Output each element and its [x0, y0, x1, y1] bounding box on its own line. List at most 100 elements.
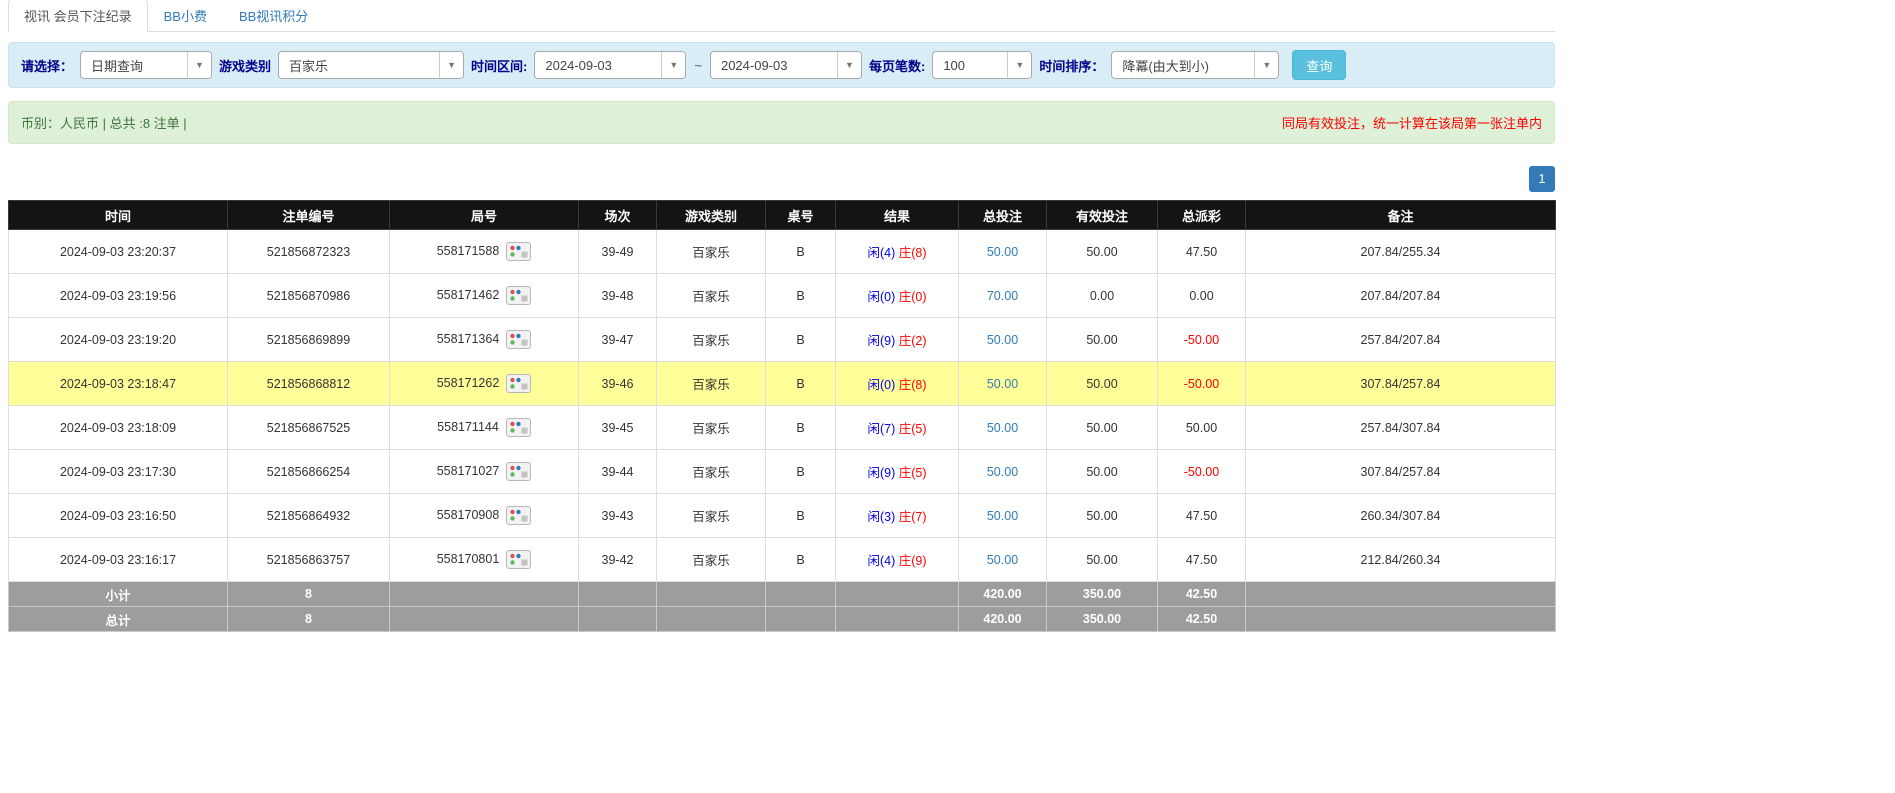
page-button-1[interactable]: 1 [1529, 166, 1555, 192]
bet-id-cell: 521856864932 [228, 494, 390, 538]
payout-cell: 47.50 [1158, 494, 1246, 538]
total-bet-cell[interactable]: 50.00 [959, 406, 1047, 450]
date-type-label: 请选择： [21, 56, 73, 75]
summary-total-bet-cell: 420.00 [959, 582, 1047, 607]
per-page-select[interactable]: 100 ▼ [932, 51, 1032, 79]
chevron-down-icon: ▼ [1254, 52, 1278, 78]
summary-payout-cell: 42.50 [1158, 582, 1246, 607]
session-cell: 39-46 [579, 362, 657, 406]
summary-count-cell: 8 [228, 607, 390, 632]
roadmap-icon[interactable] [506, 418, 531, 437]
summary-empty-cell [1246, 582, 1556, 607]
result-cell: 闲(7) 庄(5) [836, 406, 959, 450]
table-row: 2024-09-03 23:16:50521856864932558170908… [9, 494, 1556, 538]
player-result: 闲(9) [867, 334, 895, 348]
time-cell: 2024-09-03 23:18:09 [9, 406, 228, 450]
table-no-cell: B [766, 494, 836, 538]
session-cell: 39-48 [579, 274, 657, 318]
column-header: 时间 [9, 201, 228, 230]
search-button[interactable]: 查询 [1292, 50, 1346, 80]
roadmap-icon[interactable] [506, 286, 531, 305]
round-number: 558170908 [437, 508, 500, 522]
banker-result: 庄(9) [895, 554, 926, 568]
banker-result: 庄(7) [895, 510, 926, 524]
bet-id-cell: 521856866254 [228, 450, 390, 494]
sort-select[interactable]: 降冪(由大到小) ▼ [1111, 51, 1279, 79]
note-cell: 257.84/207.84 [1246, 318, 1556, 362]
table-no-cell: B [766, 406, 836, 450]
tab-1[interactable]: BB小费 [148, 0, 223, 32]
banker-result: 庄(5) [895, 466, 926, 480]
time-cell: 2024-09-03 23:20:37 [9, 230, 228, 274]
summary-empty-cell [766, 582, 836, 607]
roadmap-icon[interactable] [506, 330, 531, 349]
session-cell: 39-43 [579, 494, 657, 538]
table-row: 2024-09-03 23:18:47521856868812558171262… [9, 362, 1556, 406]
result-cell: 闲(0) 庄(8) [836, 362, 959, 406]
column-header: 注单编号 [228, 201, 390, 230]
note-cell: 307.84/257.84 [1246, 450, 1556, 494]
column-header: 总投注 [959, 201, 1047, 230]
total-bet-cell[interactable]: 70.00 [959, 274, 1047, 318]
date-from-select[interactable]: 2024-09-03 ▼ [534, 51, 686, 79]
game-type-cell: 百家乐 [657, 318, 766, 362]
banker-result: 庄(8) [895, 378, 926, 392]
total-bet-cell[interactable]: 50.00 [959, 362, 1047, 406]
table-footer: 小计8420.00350.0042.50总计8420.00350.0042.50 [9, 582, 1556, 632]
bet-id-cell: 521856872323 [228, 230, 390, 274]
total-bet-cell[interactable]: 50.00 [959, 318, 1047, 362]
payout-cell: -50.00 [1158, 362, 1246, 406]
table-no-cell: B [766, 318, 836, 362]
roadmap-icon[interactable] [506, 462, 531, 481]
time-cell: 2024-09-03 23:17:30 [9, 450, 228, 494]
time-cell: 2024-09-03 23:19:20 [9, 318, 228, 362]
session-cell: 39-45 [579, 406, 657, 450]
round-cell: 558171462 [390, 274, 579, 318]
summary-empty-cell [1246, 607, 1556, 632]
total-bet-cell[interactable]: 50.00 [959, 494, 1047, 538]
time-cell: 2024-09-03 23:19:56 [9, 274, 228, 318]
table-no-cell: B [766, 274, 836, 318]
roadmap-icon[interactable] [506, 242, 531, 261]
result-cell: 闲(9) 庄(5) [836, 450, 959, 494]
table-row: 2024-09-03 23:18:09521856867525558171144… [9, 406, 1556, 450]
chevron-down-icon: ▼ [187, 52, 211, 78]
column-header: 有效投注 [1047, 201, 1158, 230]
note-cell: 207.84/207.84 [1246, 274, 1556, 318]
session-cell: 39-49 [579, 230, 657, 274]
total-bet-cell[interactable]: 50.00 [959, 230, 1047, 274]
game-type-select[interactable]: 百家乐 ▼ [278, 51, 464, 79]
summary-empty-cell [766, 607, 836, 632]
valid-bet-cell: 50.00 [1047, 450, 1158, 494]
note-cell: 212.84/260.34 [1246, 538, 1556, 582]
banker-result: 庄(8) [895, 246, 926, 260]
tabs: 视讯 会员下注纪录BB小费BB视讯积分 [8, 0, 1555, 32]
table-header-row: 时间注单编号局号场次游戏类别桌号结果总投注有效投注总派彩备注 [9, 201, 1556, 230]
total-bet-cell[interactable]: 50.00 [959, 450, 1047, 494]
result-cell: 闲(4) 庄(8) [836, 230, 959, 274]
column-header: 结果 [836, 201, 959, 230]
game-type-cell: 百家乐 [657, 450, 766, 494]
table-no-cell: B [766, 538, 836, 582]
date-to-select[interactable]: 2024-09-03 ▼ [710, 51, 862, 79]
summary-payout-cell: 42.50 [1158, 607, 1246, 632]
round-cell: 558171588 [390, 230, 579, 274]
chevron-down-icon: ▼ [439, 52, 463, 78]
roadmap-icon[interactable] [506, 550, 531, 569]
round-cell: 558171262 [390, 362, 579, 406]
player-result: 闲(3) [867, 510, 895, 524]
round-cell: 558171364 [390, 318, 579, 362]
currency-total-text: 币别：人民币 | 总共 :8 注单 | [21, 113, 187, 132]
bet-id-cell: 521856867525 [228, 406, 390, 450]
date-type-select[interactable]: 日期查询 ▼ [80, 51, 212, 79]
total-bet-cell[interactable]: 50.00 [959, 538, 1047, 582]
roadmap-icon[interactable] [506, 506, 531, 525]
round-number: 558171027 [437, 464, 500, 478]
tab-2[interactable]: BB视讯积分 [223, 0, 324, 32]
round-number: 558171364 [437, 332, 500, 346]
roadmap-icon[interactable] [506, 374, 531, 393]
banker-result: 庄(5) [895, 422, 926, 436]
note-cell: 257.84/307.84 [1246, 406, 1556, 450]
game-type-cell: 百家乐 [657, 538, 766, 582]
tab-0[interactable]: 视讯 会员下注纪录 [8, 0, 148, 32]
